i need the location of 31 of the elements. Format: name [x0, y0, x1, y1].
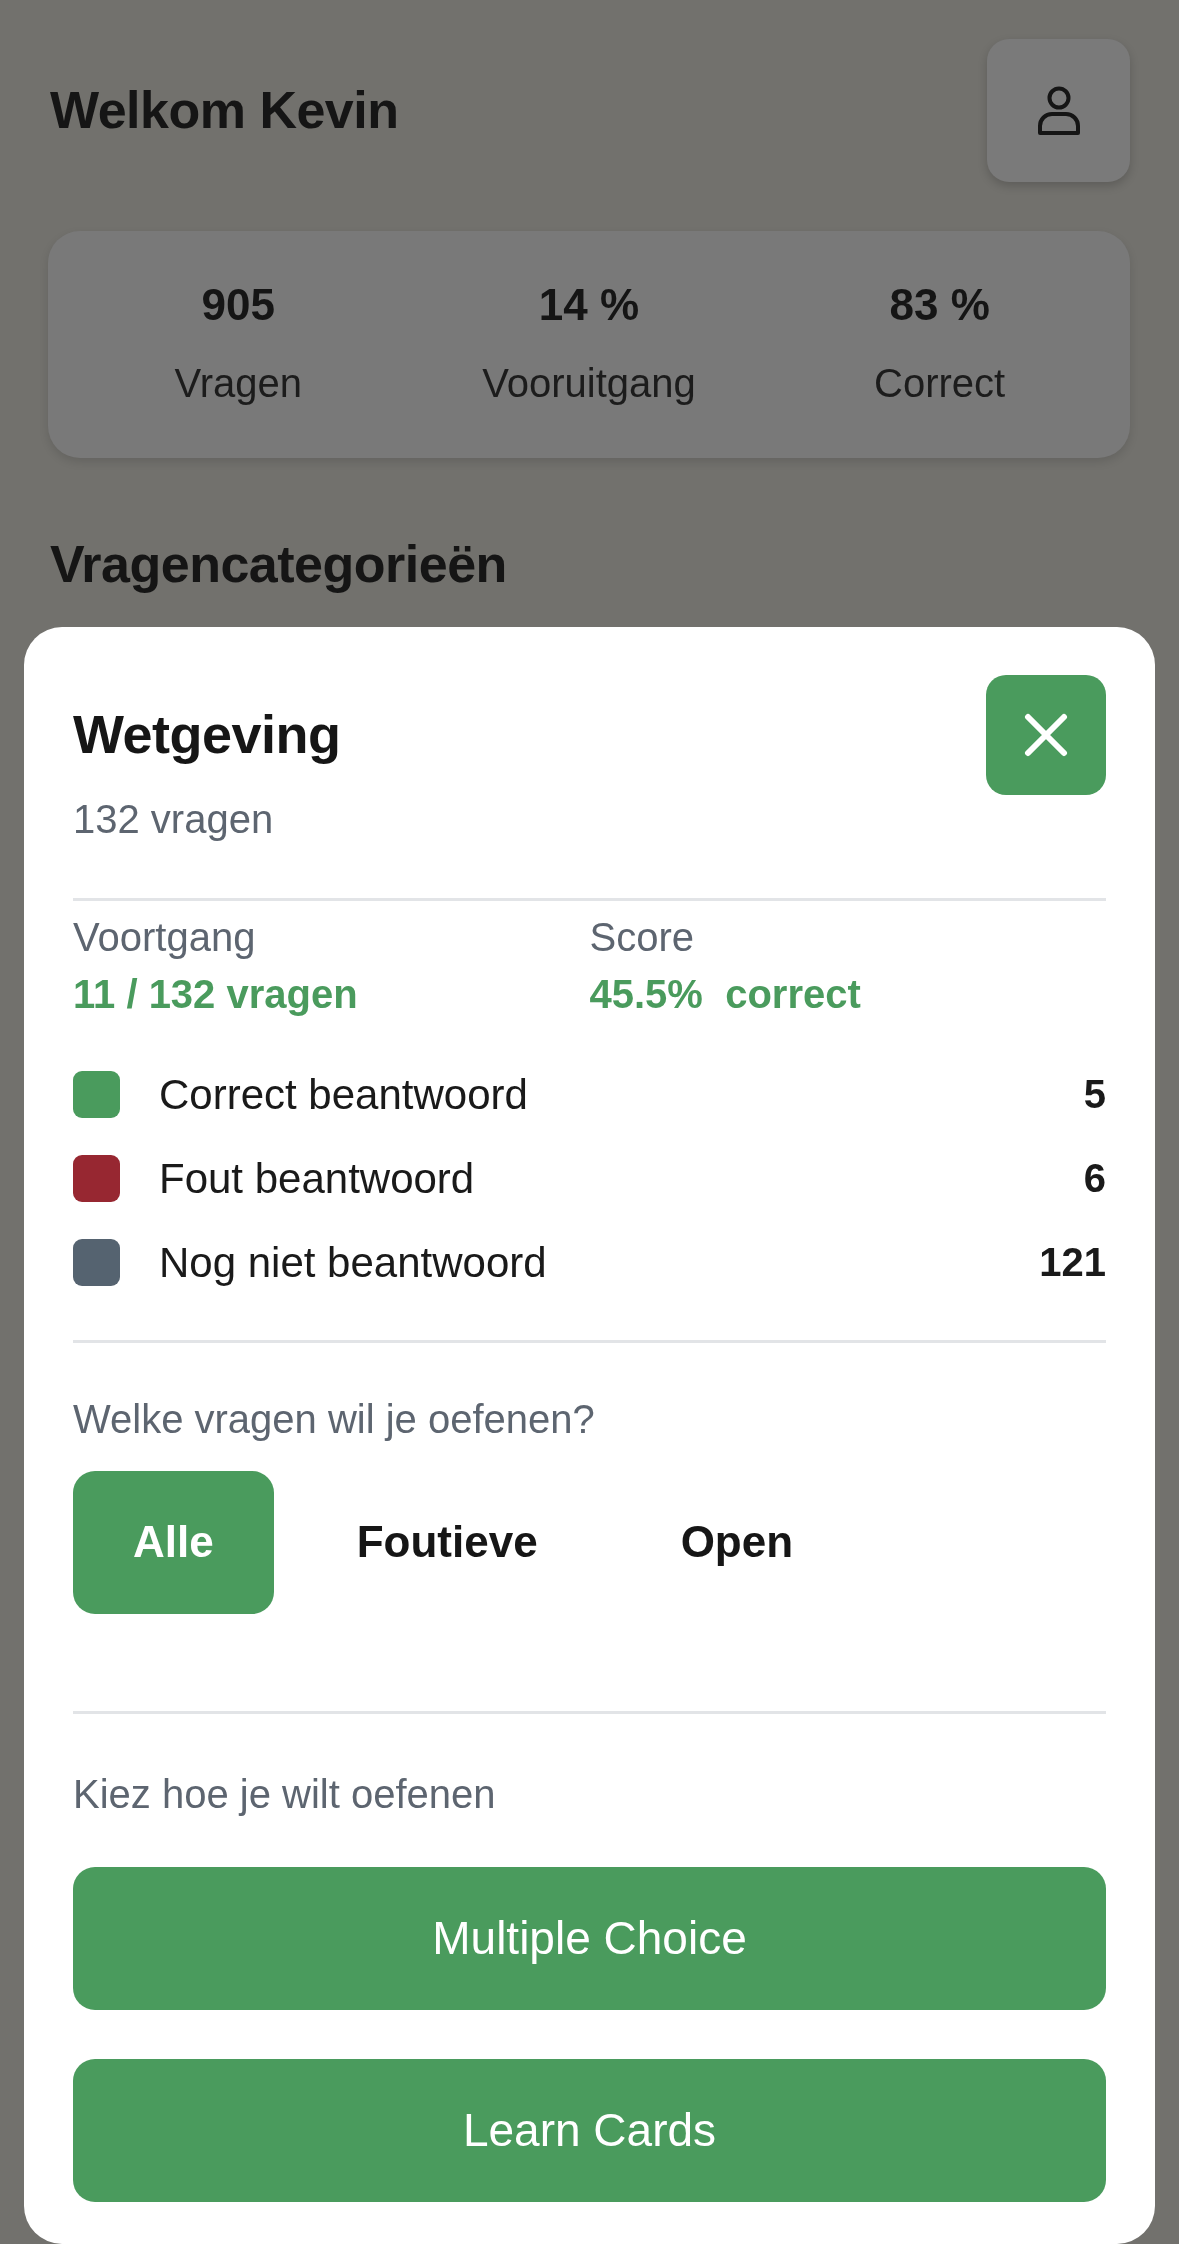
profile-button[interactable] [987, 39, 1130, 182]
welcome-title: Welkom Kevin [50, 80, 399, 142]
progress-label: Voortgang [73, 913, 257, 961]
filter-tab[interactable]: Foutieve [296, 1470, 598, 1614]
stat-label: Correct [874, 359, 1006, 407]
stat-value: 905 [201, 279, 276, 331]
person-icon [1036, 85, 1081, 136]
score-value: 45.5% correct [589, 970, 862, 1018]
stat-value: 83 % [889, 279, 990, 331]
mode-button[interactable]: Multiple Choice [73, 1866, 1106, 2010]
stat-value: 14 % [538, 279, 640, 331]
filter-prompt: Welke vragen wil je oefenen? [73, 1395, 596, 1443]
score-label: Score [589, 913, 695, 961]
stat-label: Vooruitgang [482, 359, 696, 407]
question-count: 132 vragen [73, 795, 275, 843]
mode-button[interactable]: Learn Cards [73, 2058, 1106, 2202]
legend-count: 6 [1083, 1156, 1106, 1202]
section-title: Vragencategorieën [50, 533, 508, 595]
close-button[interactable] [986, 675, 1106, 795]
close-icon [1024, 713, 1068, 757]
filter-tab[interactable]: Alle [73, 1470, 274, 1614]
legend-label: Nog niet beantwoord [159, 1238, 548, 1287]
legend-label: Fout beantwoord [159, 1154, 476, 1203]
progress-value: 11 / 132 vragen [73, 970, 359, 1018]
legend-count: 121 [1039, 1240, 1106, 1286]
filter-tab[interactable]: Open [620, 1470, 854, 1614]
legend-label: Correct beantwoord [159, 1070, 529, 1119]
legend-count: 5 [1083, 1072, 1106, 1118]
category-title: Wetgeving [73, 703, 341, 766]
mode-prompt: Kiez hoe je wilt oefenen [73, 1770, 497, 1818]
stat-label: Vragen [174, 359, 303, 407]
